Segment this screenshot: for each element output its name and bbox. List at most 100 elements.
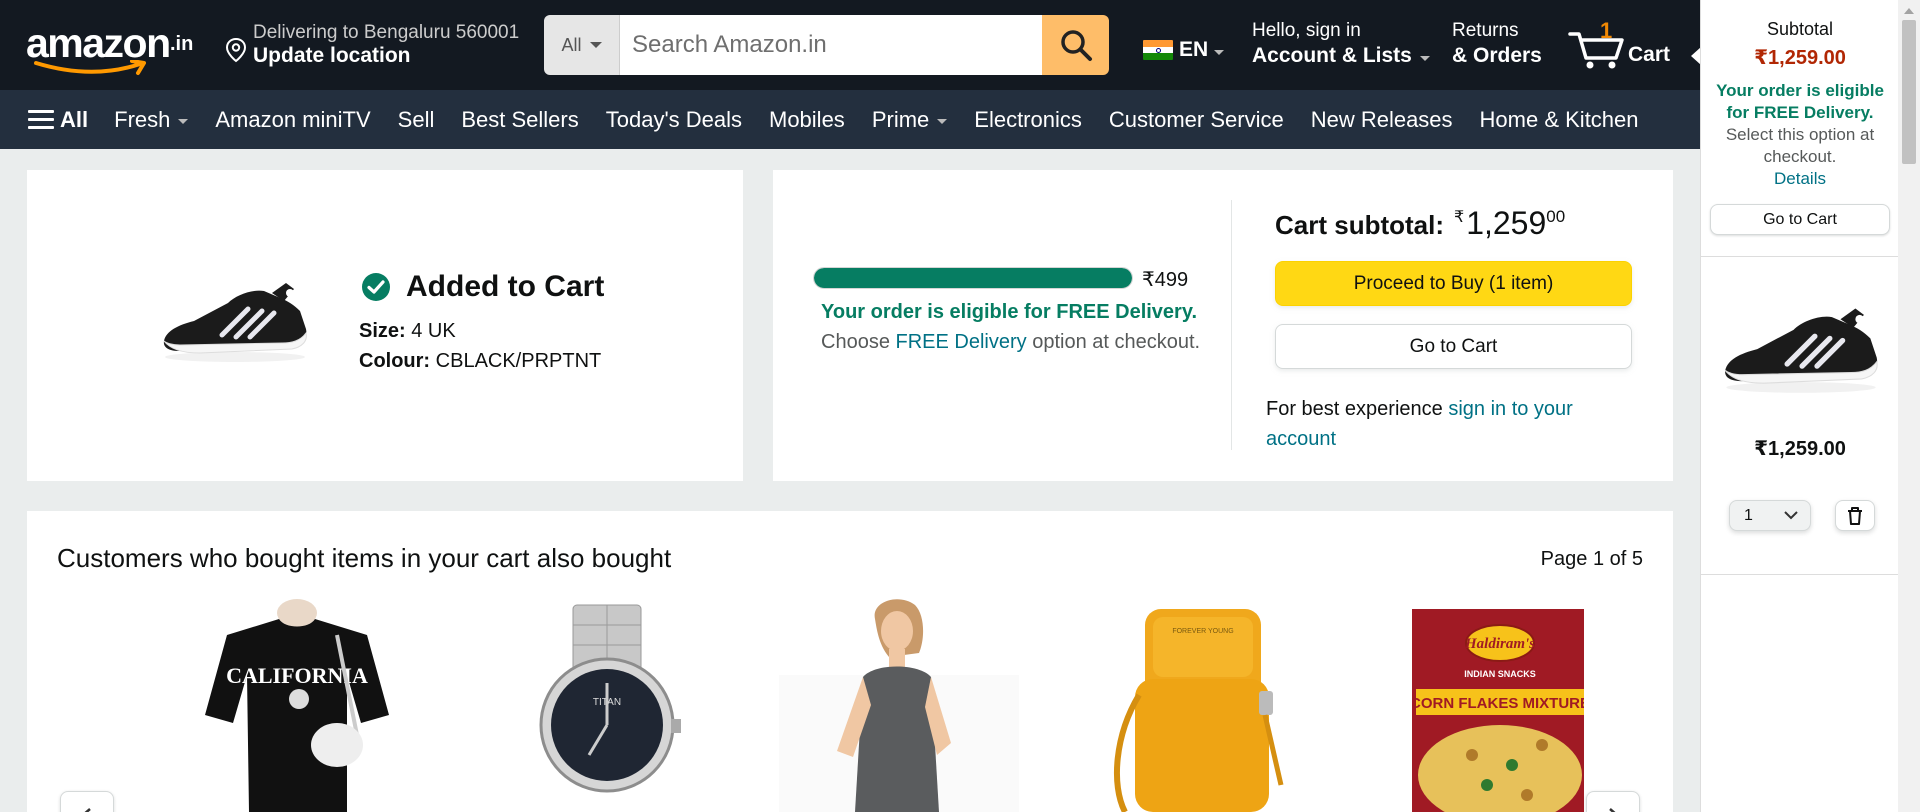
currency-symbol: ₹ <box>1454 209 1465 226</box>
sidebar-select-option-text: Select this option at checkout. <box>1725 125 1875 166</box>
free-delivery-message: Your order is eligible for FREE Delivery… <box>821 297 1201 357</box>
chevron-down-icon <box>937 119 948 124</box>
sidebar-shoe-image[interactable] <box>1718 300 1884 396</box>
free-delivery-eligible-text: Your order is eligible for FREE Delivery… <box>821 301 1198 323</box>
sidebar-subtotal-label: Subtotal <box>1766 19 1834 39</box>
scrollbar-thumb[interactable] <box>1902 20 1916 164</box>
nav-link-label: Mobiles <box>769 106 845 132</box>
amazon-logo[interactable]: amazon .in <box>26 20 198 75</box>
sign-in-prompt: For best experience sign in to your acco… <box>1266 394 1636 454</box>
chevron-left-icon <box>84 808 91 812</box>
chevron-down-icon <box>178 119 189 124</box>
search-category-label: All <box>561 34 582 55</box>
page-total: 5 <box>1631 548 1643 570</box>
logo-suffix: .in <box>170 33 194 55</box>
all-menu-button[interactable]: All <box>28 107 88 133</box>
all-menu-label: All <box>60 106 89 132</box>
nav-link-mobiles[interactable]: Mobiles <box>769 107 845 133</box>
sidebar-divider <box>1701 574 1899 575</box>
nav-link-best-sellers[interactable]: Best Sellers <box>461 107 578 133</box>
bag-brand-text: FOREVER YOUNG <box>1172 628 1233 635</box>
product-image-watch[interactable]: TITAN <box>507 595 707 812</box>
india-flag-icon <box>1143 40 1173 60</box>
success-check-icon <box>362 273 390 301</box>
nav-link-fresh[interactable]: Fresh <box>114 106 189 133</box>
hamburger-icon <box>28 110 54 129</box>
nav-link-customer-service[interactable]: Customer Service <box>1109 107 1284 133</box>
nav-link-new-releases[interactable]: New Releases <box>1311 107 1453 133</box>
colour-label: Colour: <box>359 350 431 372</box>
update-location-text: Update location <box>253 44 411 67</box>
snack-sub-text: INDIAN SNACKS <box>1464 669 1536 679</box>
quantity-value: 1 <box>1744 506 1753 524</box>
nav-link-label: Fresh <box>114 106 171 132</box>
chevron-down-icon <box>1784 511 1798 520</box>
returns-label: Returns <box>1452 20 1519 41</box>
sidebar-divider <box>1701 256 1899 257</box>
quantity-select[interactable]: 1 <box>1729 500 1811 531</box>
nav-link-todays-deals[interactable]: Today's Deals <box>606 107 742 133</box>
go-to-cart-button[interactable]: Go to Cart <box>1275 324 1632 369</box>
nav-link-label: Today's Deals <box>605 106 742 132</box>
scroll-up-arrow-icon[interactable] <box>1904 8 1914 14</box>
size-label: Size: <box>359 320 406 342</box>
search-bar: All <box>544 15 1109 75</box>
nav-link-label: Best Sellers <box>461 106 579 132</box>
cart-sidebar: Subtotal ₹1,259.00 Your order is eligibl… <box>1700 0 1899 812</box>
nav-link-electronics[interactable]: Electronics <box>974 107 1082 133</box>
sign-in-prompt-text: For best experience <box>1266 398 1443 420</box>
added-to-cart-title: Added to Cart <box>406 270 605 303</box>
size-value: 4 UK <box>411 320 456 342</box>
account-greeting: Hello, sign in <box>1252 20 1361 41</box>
free-delivery-post-text: option at checkout. <box>1032 331 1201 353</box>
proceed-to-buy-button[interactable]: Proceed to Buy (1 item) <box>1275 261 1632 306</box>
nav-link-sell[interactable]: Sell <box>398 107 435 133</box>
added-to-cart-card: Added to Cart Size: 4 UK Colour: CBLACK/… <box>27 170 743 481</box>
nav-link-prime[interactable]: Prime <box>871 106 948 133</box>
nav-link-minitv[interactable]: Amazon miniTV <box>215 107 370 133</box>
language-selector[interactable]: EN <box>1143 38 1225 62</box>
page-of: of <box>1609 548 1627 570</box>
sidebar-details-link[interactable]: Details <box>1774 169 1826 188</box>
nav-link-label: Prime <box>871 106 930 132</box>
delivery-location[interactable]: Delivering to Bengaluru 560001 Update lo… <box>225 20 525 70</box>
returns-orders-link[interactable]: Returns & Orders <box>1452 20 1542 68</box>
location-pin-icon <box>225 37 247 63</box>
page-prefix: Page <box>1540 548 1588 570</box>
carousel-next-button[interactable] <box>1586 791 1640 812</box>
recommendations-title: Customers who bought items in your cart … <box>57 543 672 573</box>
sidebar-eligible-text: Your order is eligible for FREE Delivery… <box>1716 81 1884 122</box>
secondary-nav-links: All Fresh Amazon miniTV Sell Best Seller… <box>28 90 1666 149</box>
shoe-product-image[interactable] <box>160 275 310 365</box>
sidebar-free-delivery-message: Your order is eligible for FREE Delivery… <box>1711 80 1889 190</box>
free-delivery-link[interactable]: FREE Delivery <box>896 331 1027 353</box>
delete-item-button[interactable] <box>1835 500 1875 531</box>
cart-label: Cart <box>1628 43 1671 66</box>
cart-subtotal-card: ₹499 Your order is eligible for FREE Del… <box>773 170 1673 481</box>
vertical-divider <box>1231 200 1232 450</box>
nav-link-label: Sell <box>397 106 435 132</box>
sidebar-go-to-cart-button[interactable]: Go to Cart <box>1710 204 1890 235</box>
search-category-select[interactable]: All <box>544 15 620 75</box>
search-input[interactable] <box>620 15 1042 75</box>
trash-icon <box>1848 506 1862 525</box>
account-menu[interactable]: Hello, sign in Account & Lists <box>1252 20 1430 68</box>
cart-link[interactable]: 1 Cart <box>1568 18 1678 74</box>
product-image-tshirt[interactable]: CALIFORNIA <box>187 595 407 812</box>
chevron-down-icon <box>1419 55 1430 61</box>
snack-brand-text: Haldiram's <box>1464 636 1535 652</box>
cart-icon <box>1568 32 1624 69</box>
smile-arrow-icon <box>34 60 146 75</box>
progress-fill <box>814 268 1132 288</box>
colour-value: CBLACK/PRPTNT <box>435 350 602 372</box>
search-button[interactable] <box>1042 15 1109 75</box>
chevron-down-icon <box>1214 49 1225 55</box>
product-image-snack[interactable]: Haldiram's INDIAN SNACKS CORN FLAKES MIX… <box>1412 595 1584 812</box>
subtotal-fraction: 00 <box>1546 207 1566 226</box>
product-image-bag[interactable]: FOREVER YOUNG <box>1105 595 1285 812</box>
product-image-dress[interactable] <box>779 595 1019 812</box>
page-scrollbar[interactable] <box>1898 0 1920 812</box>
nav-link-home-kitchen[interactable]: Home & Kitchen <box>1480 107 1639 133</box>
top-nav-bar: amazon .in Delivering to Bengaluru 56000… <box>0 0 1700 90</box>
carousel-prev-button[interactable] <box>60 791 114 812</box>
